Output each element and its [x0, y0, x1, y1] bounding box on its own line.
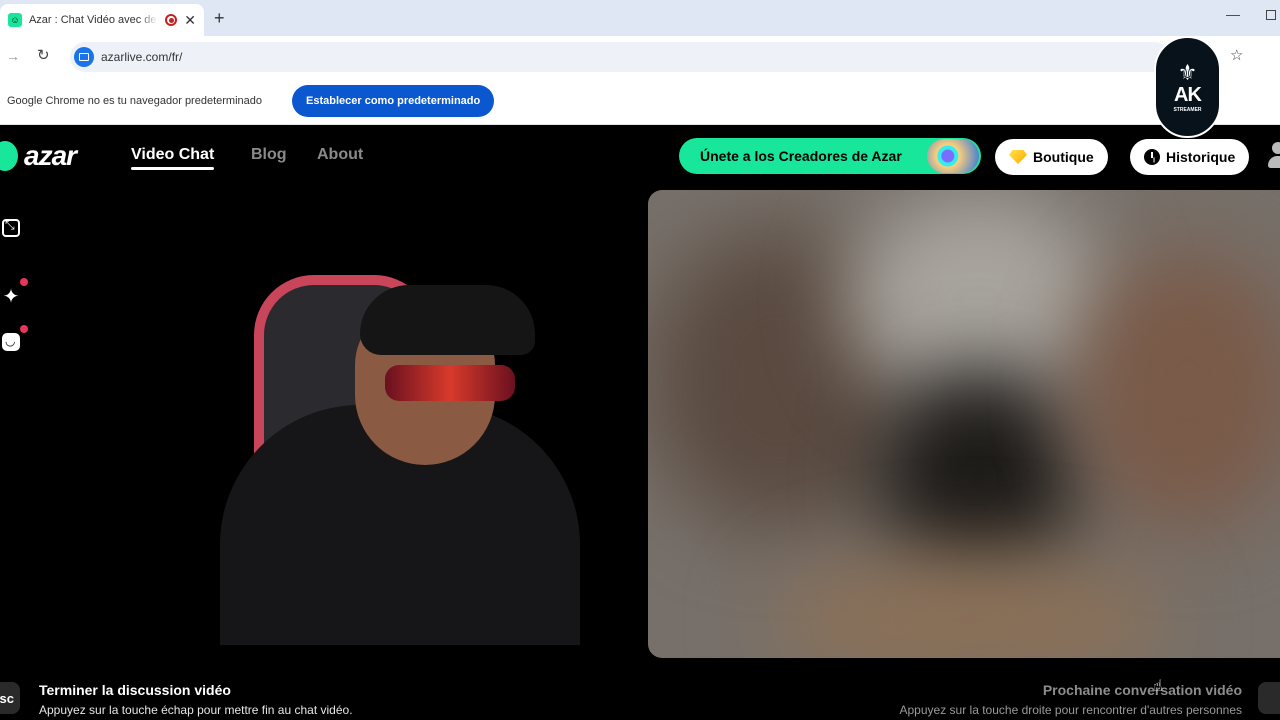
logo-subtext: STREAMER: [1173, 106, 1202, 113]
blur-shape: [1078, 250, 1280, 530]
minimize-button[interactable]: —: [1226, 6, 1240, 22]
effects-button[interactable]: ✦: [0, 285, 22, 308]
history-button[interactable]: Historique: [1130, 139, 1250, 175]
mask-notification-dot: [20, 325, 28, 333]
azar-logo[interactable]: azar: [0, 140, 77, 172]
reload-icon[interactable]: ↻: [37, 46, 50, 64]
streamer-logo: ⚜ AK STREAMER: [1154, 36, 1221, 138]
nav-video-chat[interactable]: Video Chat: [131, 146, 215, 170]
creators-illustration: [927, 139, 979, 173]
streamer-figure: [210, 275, 580, 645]
sparkle-icon: ✦: [2, 285, 20, 308]
logo-letters: AK: [1174, 83, 1202, 106]
join-creators-button[interactable]: Únete a los Creadores de Azar: [679, 138, 981, 174]
tab-title: Azar : Chat Vidéo avec de n: [28, 14, 159, 26]
hand-cursor-icon: ☝: [1153, 678, 1163, 695]
azar-logo-text: azar: [24, 140, 77, 171]
clock-icon: [1144, 149, 1160, 165]
mask-button[interactable]: [0, 331, 22, 353]
eagle-icon: ⚜: [1177, 59, 1198, 85]
face-icon: [2, 333, 20, 351]
boutique-label: Boutique: [1033, 149, 1094, 165]
azar-favicon-icon: ☺: [8, 13, 22, 27]
history-label: Historique: [1166, 149, 1236, 165]
cap: [360, 285, 535, 355]
browser-tab[interactable]: ☺ Azar : Chat Vidéo avec de n ✕: [0, 4, 204, 36]
url-text[interactable]: azarlive.com/fr/: [101, 50, 182, 64]
recording-icon: [165, 14, 178, 26]
forward-icon[interactable]: →: [6, 48, 20, 64]
profile-icon[interactable]: [1266, 140, 1280, 172]
sunglasses: [385, 365, 515, 401]
collapse-button[interactable]: [0, 217, 22, 239]
site-info-icon[interactable]: [74, 47, 94, 67]
collapse-icon: [2, 218, 20, 237]
right-arrow-key-icon[interactable]: [1258, 682, 1280, 714]
maximize-button[interactable]: [1266, 10, 1276, 20]
default-browser-infobar: Google Chrome no es tu navegador predete…: [0, 78, 1280, 125]
nav-about[interactable]: About: [317, 146, 363, 164]
next-chat-title[interactable]: Prochaine conversation vidéo: [1043, 682, 1242, 698]
address-bar[interactable]: azarlive.com/fr/: [70, 42, 1170, 72]
end-chat-title[interactable]: Terminer la discussion vidéo: [39, 682, 231, 698]
close-tab-icon[interactable]: ✕: [184, 12, 196, 29]
next-chat-description: Appuyez sur la touche droite pour rencon…: [899, 703, 1243, 717]
azar-logo-icon: [0, 141, 18, 171]
esc-key-icon[interactable]: sc: [0, 682, 20, 714]
browser-toolbar: → ↻ azarlive.com/fr/ ☆: [0, 36, 1280, 78]
gem-icon: [1009, 150, 1027, 164]
nav-blog[interactable]: Blog: [251, 146, 287, 164]
blur-shape: [768, 550, 1168, 658]
join-creators-label: Únete a los Creadores de Azar: [700, 148, 902, 164]
set-default-button[interactable]: Establecer como predeterminado: [292, 85, 495, 117]
effects-notification-dot: [20, 278, 28, 286]
end-chat-description: Appuyez sur la touche échap pour mettre …: [39, 703, 353, 717]
bookmark-star-icon[interactable]: ☆: [1230, 46, 1243, 64]
browser-tab-bar: ☺ Azar : Chat Vidéo avec de n ✕ + —: [0, 0, 1280, 36]
infobar-text: Google Chrome no es tu navegador predete…: [7, 95, 262, 107]
local-video: ✦: [0, 190, 633, 658]
azar-navbar: azar Video Chat Blog About Únete a los C…: [0, 126, 1280, 188]
new-tab-button[interactable]: +: [214, 8, 225, 29]
remote-video-blurred: [648, 190, 1280, 658]
boutique-button[interactable]: Boutique: [995, 139, 1108, 175]
